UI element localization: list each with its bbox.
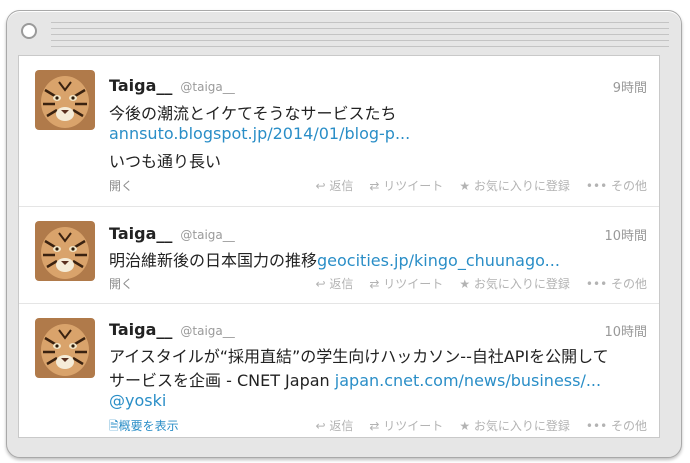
tweet-link[interactable]: geocities.jp/kingo_chuunago... — [317, 251, 560, 270]
reply-button[interactable]: ↩ 返信 — [316, 275, 354, 292]
retweet-icon: ⇄ — [369, 179, 380, 193]
tiger-avatar-icon — [35, 221, 95, 281]
favorite-button[interactable]: ★ お気に入りに登録 — [459, 177, 570, 194]
tiger-avatar-icon — [35, 70, 95, 130]
tweet-time[interactable]: 10時間 — [604, 321, 647, 340]
author-handle[interactable]: @taiga__ — [180, 80, 234, 94]
tweet-actions: 開く ↩ 返信 ⇄ リツイート ★ お気に入りに登録 ••• その他 — [109, 177, 647, 195]
window-circle-icon — [21, 23, 37, 39]
retweet-icon: ⇄ — [369, 277, 380, 291]
retweet-button[interactable]: ⇄ リツイート — [369, 417, 443, 434]
avatar[interactable] — [35, 221, 95, 281]
retweet-icon: ⇄ — [369, 419, 380, 433]
reply-button[interactable]: ↩ 返信 — [316, 417, 354, 434]
summary-link[interactable]: 🗎概要を表示 — [109, 417, 179, 437]
reply-arrow-icon: ↩ — [315, 419, 326, 433]
tweet-text-line: annsuto.blogspot.jp/2014/01/blog-p... — [109, 124, 647, 143]
tweet-2[interactable]: Taiga__ @taiga__ 10時間 明治維新後の日本国力の推移geocit… — [19, 207, 659, 304]
star-icon: ★ — [459, 179, 471, 193]
author-handle[interactable]: @taiga__ — [180, 228, 234, 242]
avatar[interactable] — [35, 318, 95, 378]
tweet-1[interactable]: Taiga__ @taiga__ 9時間 今後の潮流とイケてそうなサービスたち a… — [19, 56, 659, 207]
ellipsis-icon: ••• — [585, 419, 608, 433]
author-name[interactable]: Taiga__ — [109, 320, 172, 339]
retweet-button[interactable]: ⇄ リツイート — [369, 275, 443, 292]
author-name[interactable]: Taiga__ — [109, 224, 172, 243]
ellipsis-icon: ••• — [585, 277, 608, 291]
tweet-header: Taiga__ @taiga__ 10時間 — [109, 224, 647, 246]
tweet-link[interactable]: annsuto.blogspot.jp/2014/01/blog-p... — [109, 124, 410, 143]
mention-link[interactable]: @yoski — [109, 391, 166, 410]
tweet-3[interactable]: Taiga__ @taiga__ 10時間 アイスタイルが“採用直結”の学生向けハ… — [19, 304, 659, 437]
expand-link[interactable]: 開く — [109, 275, 133, 292]
ellipsis-icon: ••• — [585, 179, 608, 193]
more-button[interactable]: ••• その他 — [586, 177, 647, 194]
star-icon: ★ — [459, 419, 471, 433]
tweet-text-line: 明治維新後の日本国力の推移geocities.jp/kingo_chuunago… — [109, 251, 560, 270]
tiger-avatar-icon — [35, 318, 95, 378]
tweet-text-line: いつも通り長い — [109, 152, 222, 171]
more-button[interactable]: ••• その他 — [586, 275, 647, 292]
tweet-text-line: アイスタイルが“採用直結”の学生向けハッカソン--自社APIを公開して — [109, 347, 609, 366]
more-button[interactable]: ••• その他 — [586, 417, 647, 434]
avatar[interactable] — [35, 70, 95, 130]
tweet-time[interactable]: 9時間 — [613, 77, 647, 96]
reply-arrow-icon: ↩ — [315, 179, 326, 193]
tweet-time[interactable]: 10時間 — [604, 225, 647, 244]
tweet-header: Taiga__ @taiga__ 10時間 — [109, 320, 647, 342]
favorite-button[interactable]: ★ お気に入りに登録 — [459, 417, 570, 434]
tweet-link[interactable]: japan.cnet.com/news/business/... — [335, 371, 601, 390]
window-title-lines — [51, 22, 669, 52]
tweet-actions: 開く ↩ 返信 ⇄ リツイート ★ お気に入りに登録 ••• その他 — [109, 275, 647, 293]
author-name[interactable]: Taiga__ — [109, 76, 172, 95]
expand-link[interactable]: 開く — [109, 177, 133, 194]
document-icon: 🗎 — [109, 419, 119, 433]
tweet-text-line: @yoski — [109, 391, 647, 410]
star-icon: ★ — [459, 277, 471, 291]
reply-arrow-icon: ↩ — [315, 277, 326, 291]
favorite-button[interactable]: ★ お気に入りに登録 — [459, 275, 570, 292]
timeline: Taiga__ @taiga__ 9時間 今後の潮流とイケてそうなサービスたち a… — [18, 55, 660, 438]
tweet-text-line: サービスを企画 - CNET Japan japan.cnet.com/news… — [109, 371, 602, 390]
reply-button[interactable]: ↩ 返信 — [316, 177, 354, 194]
author-handle[interactable]: @taiga__ — [180, 324, 234, 338]
tweet-header: Taiga__ @taiga__ 9時間 — [109, 76, 647, 98]
retweet-button[interactable]: ⇄ リツイート — [369, 177, 443, 194]
tweet-text-line: 今後の潮流とイケてそうなサービスたち — [109, 104, 397, 123]
tweet-actions: 🗎概要を表示 ↩ 返信 ⇄ リツイート ★ お気に入りに登録 ••• その他 — [109, 417, 647, 435]
